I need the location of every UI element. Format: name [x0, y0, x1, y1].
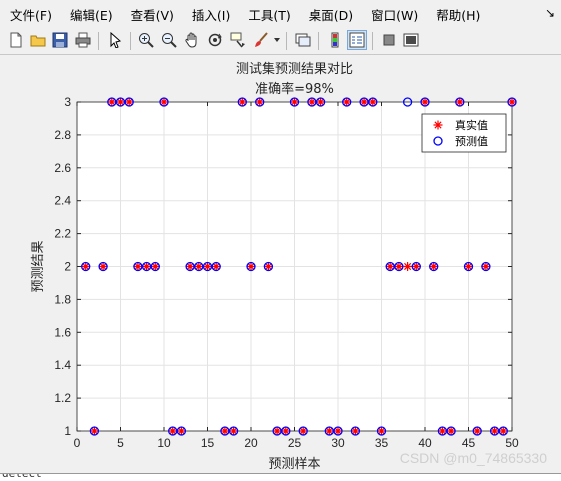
legend-icon[interactable] — [347, 30, 367, 50]
menu-insert[interactable]: 插入(I) — [182, 5, 238, 24]
rotate-icon[interactable] — [205, 30, 225, 50]
legend-true-marker — [433, 120, 443, 130]
chart-title: 测试集预测结果对比 — [236, 61, 353, 77]
y-tick-label: 2.4 — [54, 194, 71, 208]
hide-plot-tools-icon[interactable] — [379, 30, 399, 50]
colorbar-icon[interactable] — [325, 30, 345, 50]
chart-subtitle: 准确率=98% — [255, 81, 334, 97]
toolbar-separator — [286, 32, 287, 50]
y-tick-label: 1.2 — [54, 391, 71, 405]
y-tick-label: 1.4 — [54, 358, 71, 372]
y-tick-label: 1 — [64, 424, 71, 438]
y-tick-label: 2.6 — [54, 161, 71, 175]
pointer-icon[interactable] — [105, 30, 125, 50]
menu-edit[interactable]: 编辑(E) — [60, 5, 121, 24]
menu-file[interactable]: 文件(F) — [0, 5, 60, 24]
menu-tools[interactable]: 工具(T) — [238, 5, 298, 24]
zoom-in-icon[interactable] — [136, 30, 156, 50]
menu-bar: 文件(F) 编辑(E) 查看(V) 插入(I) 工具(T) 桌面(D) 窗口(W… — [0, 0, 561, 28]
x-tick-label: 5 — [117, 436, 124, 450]
toolbar-separator — [130, 32, 131, 50]
y-tick-label: 3 — [64, 95, 71, 109]
pan-icon[interactable] — [182, 30, 202, 50]
zoom-out-icon[interactable] — [159, 30, 179, 50]
legend-predicted-label: 预测值 — [455, 135, 488, 148]
x-tick-label: 50 — [505, 436, 519, 450]
dropdown-arrow-icon[interactable] — [271, 30, 283, 50]
x-axis-label: 预测样本 — [268, 457, 320, 472]
y-tick-label: 2 — [64, 260, 71, 274]
y-tick-label: 2.2 — [54, 227, 71, 241]
y-axis-label: 预测结果 — [31, 240, 46, 292]
print-icon[interactable] — [73, 30, 93, 50]
true-value-point — [403, 262, 413, 271]
figure-toolbar — [0, 28, 561, 55]
menu-help[interactable]: 帮助(H) — [426, 5, 488, 24]
x-tick-label: 20 — [244, 436, 258, 450]
legend-true-label: 真实值 — [455, 118, 488, 132]
y-tick-label: 1.8 — [54, 292, 71, 306]
y-tick-label: 2.8 — [54, 128, 71, 142]
command-text: detect — [2, 473, 42, 480]
x-tick-label: 35 — [375, 436, 389, 450]
x-tick-label: 40 — [418, 436, 432, 450]
toolbar-separator — [372, 32, 373, 50]
x-tick-label: 0 — [74, 436, 81, 450]
watermark: CSDN @m0_74865330 — [399, 450, 547, 466]
toolbar-separator — [98, 32, 99, 50]
link-plot-icon[interactable] — [293, 30, 313, 50]
menu-desktop[interactable]: 桌面(D) — [299, 5, 361, 24]
y-tick-label: 1.6 — [54, 325, 71, 339]
x-tick-label: 15 — [201, 436, 215, 450]
open-folder-icon[interactable] — [28, 30, 48, 50]
x-tick-label: 30 — [331, 436, 345, 450]
data-cursor-icon[interactable] — [228, 30, 248, 50]
brush-icon[interactable] — [251, 30, 271, 50]
dock-arrow-icon[interactable]: ↘ — [545, 6, 555, 20]
menu-window[interactable]: 窗口(W) — [361, 5, 426, 24]
new-file-icon[interactable] — [6, 30, 26, 50]
toolbar-separator — [318, 32, 319, 50]
menu-view[interactable]: 查看(V) — [121, 5, 182, 24]
scatter-chart[interactable]: 0 5 10 15 20 25 30 35 40 45 50 1 1.2 1.4 1.6 1.8 2 2.2 2.4… — [0, 55, 561, 473]
x-tick-label: 45 — [462, 436, 476, 450]
x-tick-label: 10 — [157, 436, 171, 450]
x-tick-label: 25 — [288, 436, 302, 450]
figure-canvas: 0 5 10 15 20 25 30 35 40 45 50 1 1.2 1.4 1.6 1.8 2 2.2 2.4… — [0, 55, 561, 473]
save-icon[interactable] — [50, 30, 70, 50]
show-plot-tools-icon[interactable] — [401, 30, 421, 50]
